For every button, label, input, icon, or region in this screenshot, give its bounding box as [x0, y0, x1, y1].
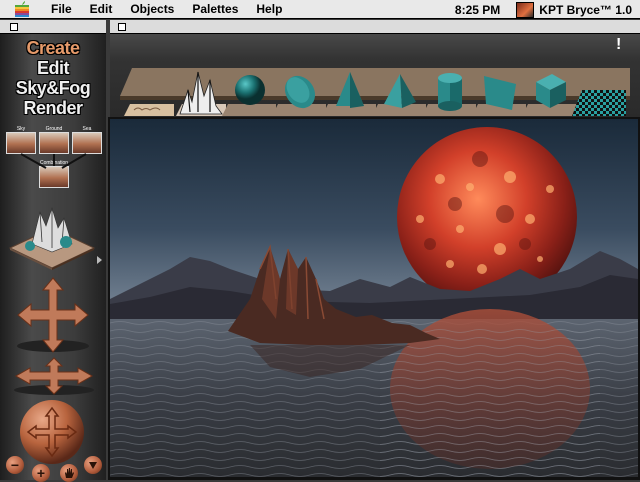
rendered-scene[interactable] — [110, 119, 638, 477]
select-tool-button[interactable] — [84, 456, 102, 474]
app-icon[interactable] — [516, 1, 535, 18]
menu-edit[interactable]: Edit — [81, 0, 122, 19]
scene-window — [108, 117, 640, 480]
object-terrain-flat[interactable] — [122, 60, 178, 122]
camera-move-cross[interactable] — [12, 276, 94, 354]
thumbnail-arrows — [20, 153, 87, 169]
pan-hand-button[interactable] — [60, 464, 78, 482]
mode-render[interactable]: Render — [0, 98, 106, 118]
apple-menu[interactable] — [12, 1, 32, 17]
mode-list: Create Edit Sky&Fog Render — [0, 38, 106, 118]
pointer-icon — [89, 462, 97, 469]
application-menu[interactable]: KPT Bryce™ 1.0 — [539, 3, 632, 17]
menu-help[interactable]: Help — [247, 0, 291, 19]
object-cylinder[interactable] — [422, 60, 478, 122]
palette-title-bar[interactable] — [0, 20, 106, 34]
menu-objects[interactable]: Objects — [121, 0, 183, 19]
mode-edit[interactable]: Edit — [0, 58, 106, 78]
object-palette: ! — [110, 20, 640, 118]
preset-thumbnails: Sky Ground Sea Combination — [6, 126, 102, 190]
plus-icon: + — [36, 465, 46, 481]
menubar-clock: 8:25 PM — [454, 2, 501, 17]
control-palette: Create Edit Sky&Fog Render Sky Ground Se… — [0, 20, 106, 482]
object-cone[interactable] — [322, 60, 378, 122]
zoom-in-button[interactable]: + — [32, 464, 50, 482]
hand-icon — [65, 468, 74, 478]
object-disc[interactable] — [272, 60, 328, 122]
object-terrain-mountain[interactable] — [172, 60, 228, 122]
menu-file[interactable]: File — [42, 0, 81, 19]
object-pyramid[interactable] — [372, 60, 428, 122]
minus-icon: − — [10, 457, 20, 473]
apple-icon — [15, 1, 29, 17]
camera-pan-cross[interactable] — [12, 356, 96, 396]
zoom-out-button[interactable]: − — [6, 456, 24, 474]
scene-preview-tile[interactable] — [6, 202, 98, 270]
palette-close-box[interactable] — [10, 23, 18, 31]
camera-tools: − + — [4, 452, 104, 482]
object-square-plane[interactable] — [472, 60, 528, 122]
menu-palettes[interactable]: Palettes — [183, 0, 247, 19]
object-sphere[interactable] — [222, 60, 278, 122]
object-checker-plane[interactable] — [570, 60, 626, 122]
menubar: File Edit Objects Palettes Help 8:25 PM … — [0, 0, 640, 19]
mode-sky-fog[interactable]: Sky&Fog — [0, 78, 106, 98]
mode-create[interactable]: Create — [0, 38, 106, 58]
preview-menu-arrow-icon[interactable] — [97, 256, 102, 264]
